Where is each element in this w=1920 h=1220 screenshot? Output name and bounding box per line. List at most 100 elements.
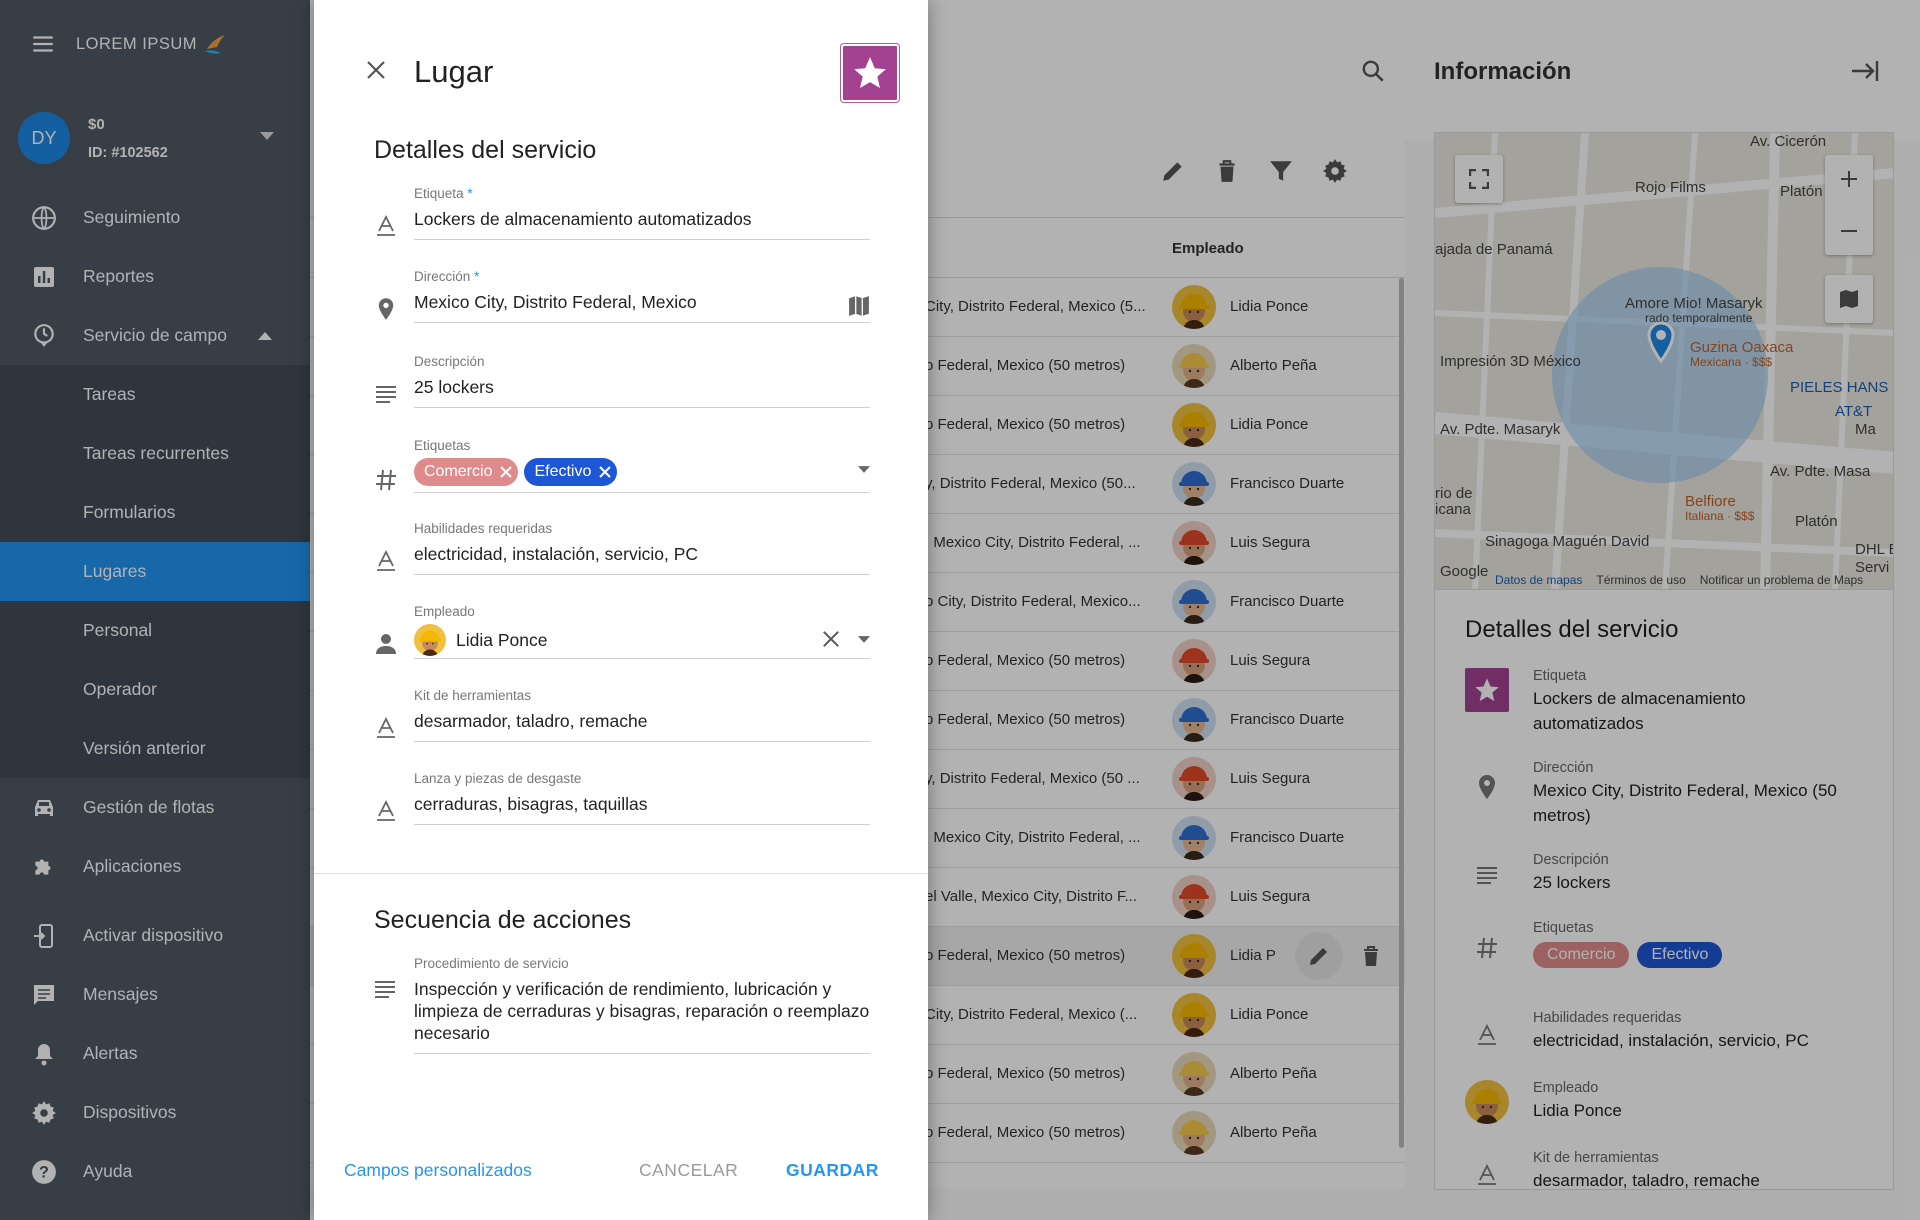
edit-icon[interactable] [1160, 158, 1186, 184]
sidebar-item-reportes[interactable]: Reportes [0, 247, 310, 306]
employee-column-header[interactable]: Empleado [1172, 240, 1244, 257]
map-label: Av. Pdte. Masa [1770, 463, 1871, 480]
address-field[interactable]: Dirección * Mexico City, Distrito Federa… [374, 265, 870, 335]
delete-icon[interactable] [1214, 158, 1240, 184]
address-field-value[interactable]: Mexico City, Distrito Federal, Mexico [414, 292, 697, 313]
filter-icon[interactable] [1268, 158, 1294, 184]
tag-chip-label: Efectivo [534, 463, 592, 480]
info-label-text: Etiqueta [1533, 668, 1587, 684]
custom-fields-link[interactable]: Campos personalizados [344, 1160, 532, 1181]
puzzle-icon [35, 858, 51, 875]
remove-tag-icon[interactable] [500, 466, 513, 478]
map-label: Mexicana · $$$ [1690, 355, 1773, 369]
parts-field[interactable]: Lanza y piezas de desgaste cerraduras, b… [374, 767, 870, 837]
map-label: Rojo Films [1635, 179, 1706, 196]
collapse-panel-icon[interactable] [1850, 58, 1880, 84]
sidebar-item-version-anterior[interactable]: Versión anterior [0, 719, 310, 778]
notes-icon [376, 386, 396, 403]
sidebar-item-label: Reportes [83, 266, 155, 286]
tag-chip-efectivo[interactable]: Efectivo [524, 458, 618, 486]
sidebar-item-formularios[interactable]: Formularios [0, 483, 310, 542]
clear-icon[interactable] [822, 630, 840, 648]
hamburger-menu-icon[interactable] [30, 31, 56, 57]
map-footer-link[interactable]: Términos de uso [1596, 573, 1685, 587]
employee-field[interactable]: Empleado Lidia Ponce [374, 600, 870, 670]
row-address: , Mexico City, Distrito Federal, ... [925, 534, 1141, 551]
tag-chip-comercio[interactable]: Comercio [414, 458, 519, 486]
sidebar-item-mensajes[interactable]: Mensajes [0, 965, 310, 1024]
tags-field[interactable]: Etiquetas Comercio Efectivo [374, 434, 870, 504]
user-balance: $0 [88, 115, 105, 133]
text-format-icon [377, 215, 395, 236]
place-dialog: Lugar Detalles del servicio Etiqueta * L… [314, 0, 928, 1220]
chevron-down-icon[interactable] [858, 635, 870, 643]
toolkit-field[interactable]: Kit de herramientas desarmador, taladro,… [374, 684, 870, 754]
address-field-label: Dirección [414, 269, 471, 284]
sidebar-item-seguimiento[interactable]: Seguimiento [0, 188, 310, 247]
sidebar-item-label: Seguimiento [83, 207, 181, 227]
sidebar-item-label: Lugares [83, 561, 147, 581]
sidebar-item-dispositivos[interactable]: Dispositivos [0, 1083, 310, 1142]
parts-field-value[interactable]: cerraduras, bisagras, taquillas [414, 794, 647, 815]
procedure-field-value[interactable]: Inspección y verificación de rendimiento… [414, 978, 870, 1044]
label-field-value[interactable]: Lockers de almacenamiento automatizados [414, 209, 752, 230]
skills-field[interactable]: Habilidades requeridas electricidad, ins… [374, 517, 870, 587]
sidebar-item-servicio-de-campo[interactable]: Servicio de campo [0, 306, 310, 365]
map-label: icana [1435, 501, 1471, 518]
delete-icon[interactable] [1359, 944, 1383, 968]
chevron-down-icon[interactable] [858, 466, 870, 473]
sidebar-item-operador[interactable]: Operador [0, 660, 310, 719]
cancel-button[interactable]: CANCELAR [639, 1160, 738, 1181]
close-icon[interactable] [366, 60, 386, 80]
map-icon[interactable] [848, 295, 870, 317]
sidebar-item-tareas-recurrentes[interactable]: Tareas recurrentes [0, 424, 310, 483]
settings-icon[interactable] [1322, 158, 1348, 184]
location-map[interactable]: Av. Cicerón Rojo Films Platón ajada de Pana… [1434, 132, 1894, 590]
search-icon[interactable] [1360, 58, 1386, 84]
sidebar-item-lugares[interactable]: Lugares [0, 542, 310, 601]
toolkit-field-value[interactable]: desarmador, taladro, remache [414, 711, 647, 732]
remove-tag-icon[interactable] [599, 466, 612, 478]
sidebar-item-ayuda[interactable]: ? Ayuda [0, 1142, 310, 1201]
user-account[interactable]: DY $0 ID: #102562 [0, 88, 310, 188]
sidebar-item-personal[interactable]: Personal [0, 601, 310, 660]
sidebar-item-aplicaciones[interactable]: Aplicaciones [0, 837, 310, 896]
sidebar-item-tareas[interactable]: Tareas [0, 365, 310, 424]
favorite-icon-button[interactable] [841, 44, 899, 102]
employee-field-value[interactable]: Lidia Ponce [456, 630, 547, 651]
sidebar-item-alertas[interactable]: Alertas [0, 1024, 310, 1083]
required-marker: * [467, 186, 473, 201]
sidebar-item-label: Formularios [83, 502, 176, 522]
zoom-out-icon[interactable] [1839, 221, 1859, 241]
info-description-label: Descripción [1533, 852, 1609, 868]
save-button[interactable]: GUARDAR [786, 1160, 879, 1181]
text-format-icon [1478, 1024, 1496, 1045]
map-footer-link[interactable]: Datos de mapas [1495, 573, 1582, 587]
sidebar-item-activar-dispositivo[interactable]: Activar dispositivo [0, 906, 310, 965]
chevron-down-icon[interactable] [260, 132, 274, 140]
row-edit-button[interactable] [1295, 932, 1343, 980]
table-scrollbar[interactable] [1399, 278, 1404, 1148]
label-field-label: Etiqueta [414, 186, 464, 201]
label-field[interactable]: Etiqueta * Lockers de almacenamiento aut… [374, 182, 870, 252]
sidebar-item-label: Personal [83, 620, 153, 640]
description-field-value[interactable]: 25 lockers [414, 377, 494, 398]
map-label: ajada de Panamá [1435, 241, 1553, 258]
employee-avatar [1172, 993, 1216, 1037]
employee-avatar [1172, 1052, 1216, 1096]
text-format-icon [377, 717, 395, 738]
info-field-employee: Empleado Lidia Ponce [1465, 1080, 1622, 1124]
info-address-value: Mexico City, Distrito Federal, Mexico (5… [1533, 781, 1837, 825]
skills-field-label: Habilidades requeridas [414, 521, 553, 536]
row-employee: Luis Segura [1230, 534, 1311, 551]
sidebar-item-gestion-de-flotas[interactable]: Gestión de flotas [0, 778, 310, 837]
map-footer-link[interactable]: Notificar un problema de Maps [1700, 573, 1863, 587]
map-fullscreen-button[interactable] [1455, 155, 1503, 203]
sidebar-item-label: Versión anterior [83, 738, 206, 758]
info-field-address: Dirección Mexico City, Distrito Federal, … [1465, 760, 1853, 828]
skills-field-value[interactable]: electricidad, instalación, servicio, PC [414, 544, 698, 565]
app-logo-text: LOREM IPSUM [76, 34, 198, 53]
description-field[interactable]: Descripción 25 lockers [374, 350, 870, 420]
zoom-in-icon[interactable] [1839, 169, 1859, 189]
map-layers-button[interactable] [1825, 275, 1873, 323]
